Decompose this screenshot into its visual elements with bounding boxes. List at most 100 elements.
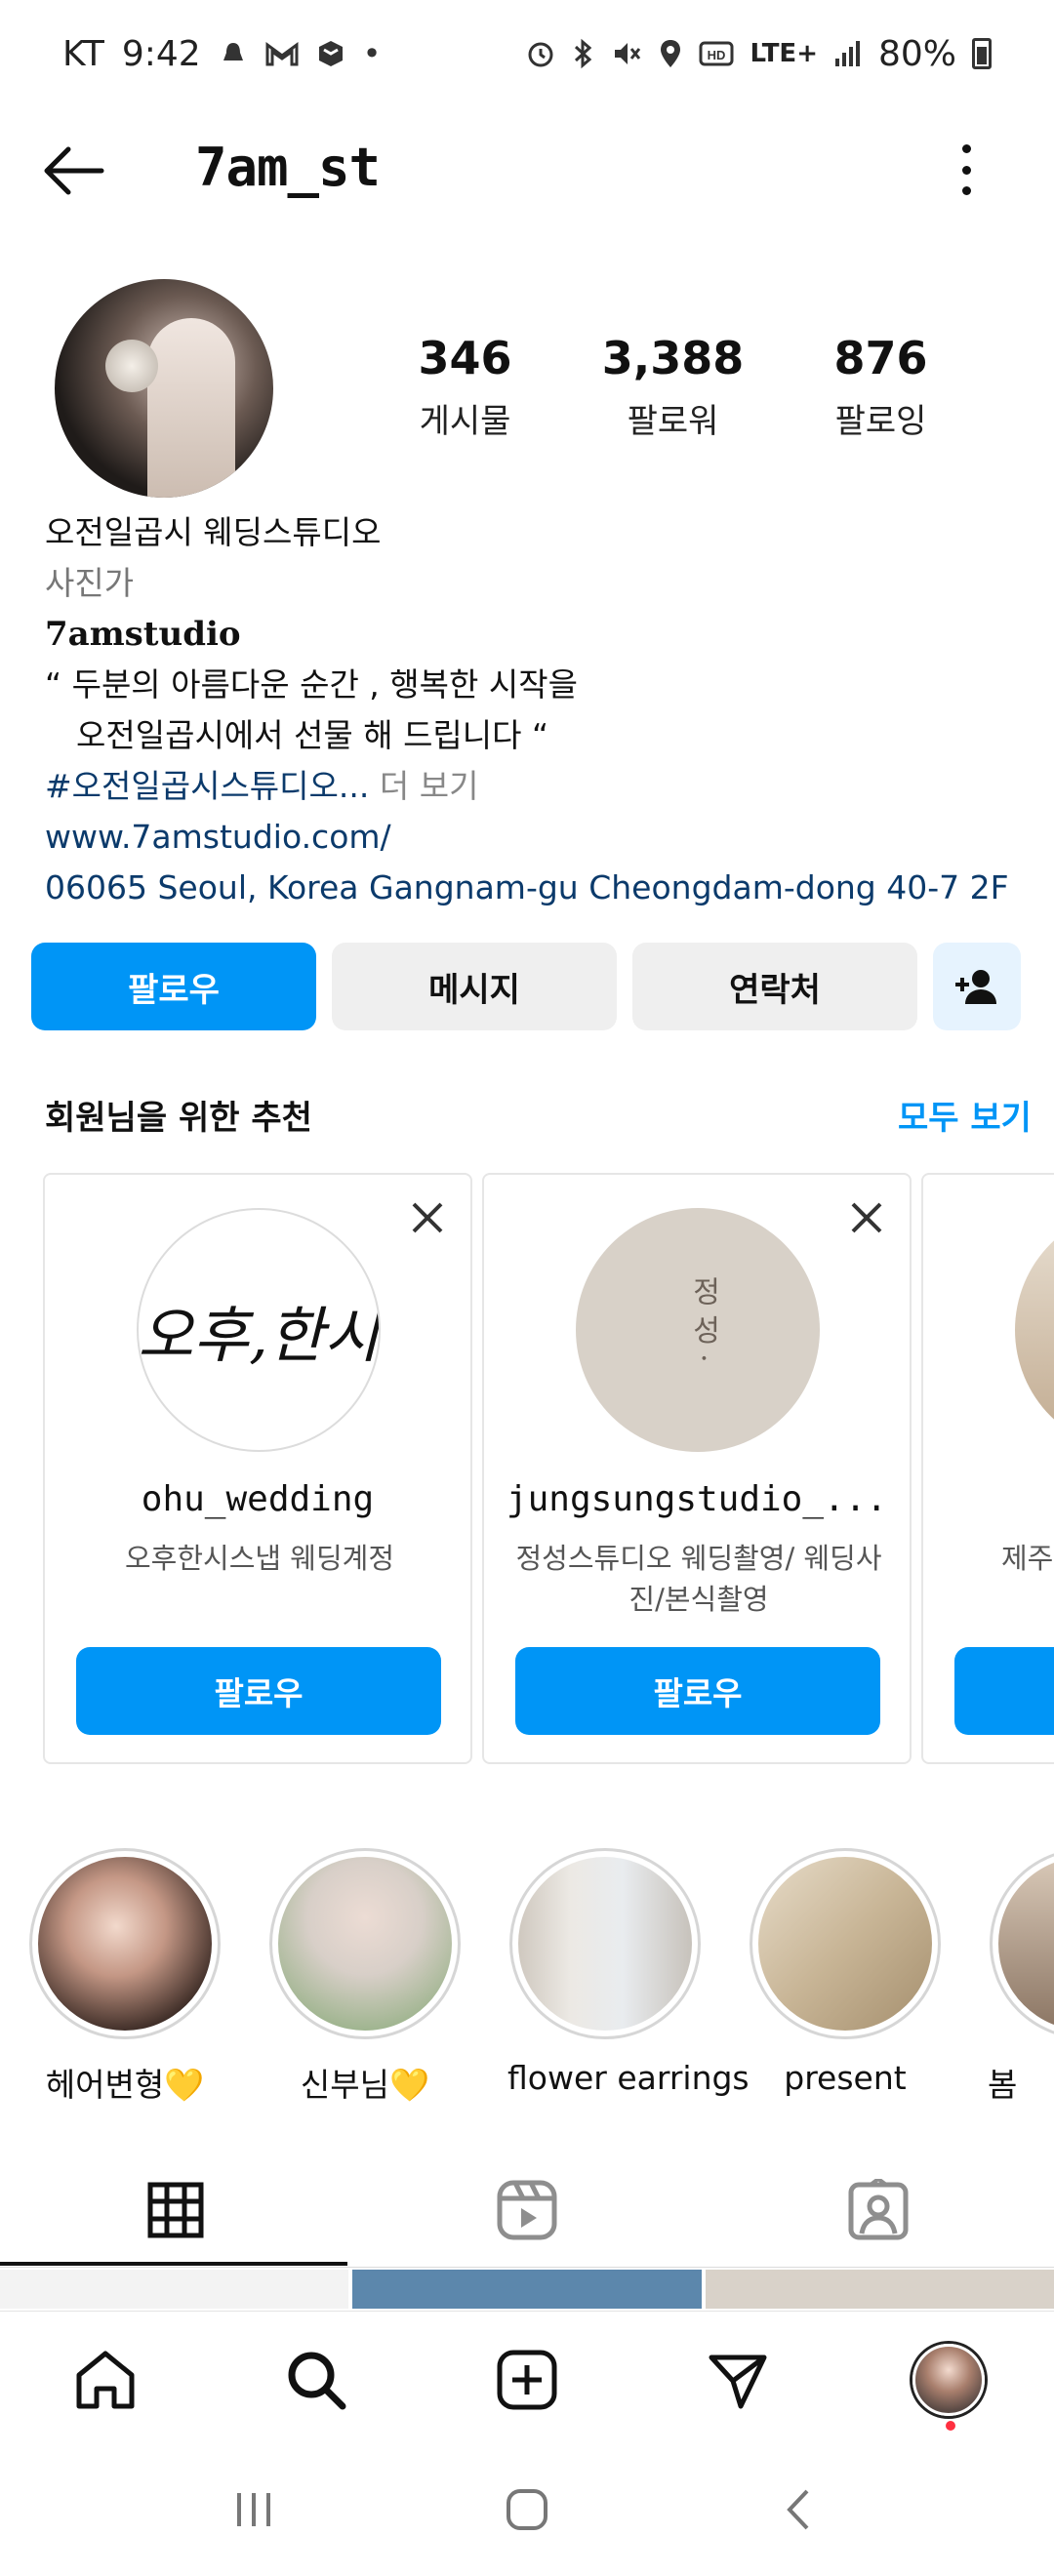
stat-followers-value: 3,388 [601,332,745,384]
profile-username: 7am_st [195,137,381,198]
add-user-icon [955,970,996,1004]
bio-hashtag[interactable]: #오전일곱시스튜디오... [45,767,369,805]
stat-posts[interactable]: 346 게시물 [361,332,569,442]
bio-line-1: “ 두분의 아름다운 순간 , 행복한 시작을 [45,665,578,704]
highlight-label: present [784,2059,907,2097]
highlight-item[interactable]: present [748,1848,943,2097]
highlight-ring [750,1848,941,2039]
profile-avatar[interactable] [55,279,273,498]
contact-button[interactable]: 연락처 [632,943,917,1030]
highlight-ring [29,1848,221,2039]
suggestion-follow-button[interactable]: 팔로우 [515,1647,880,1735]
recents-icon [237,2493,270,2526]
suggestion-handle[interactable]: jungsungstudio_... [484,1479,910,1519]
carrier-label: KT [62,33,104,74]
status-right: HD LTE+ 80% [525,34,992,74]
notification-icon [219,39,248,68]
bio-display-name: 오전일곱시 웨딩스튜디오 [45,513,382,551]
alarm-icon [525,38,556,69]
chevron-left-icon [787,2489,809,2530]
bio-more-link[interactable]: 더 보기 [380,767,479,805]
suggestion-follow-button[interactable] [954,1647,1054,1735]
tab-reels[interactable] [351,2153,703,2268]
profile-stats: 346 게시물 3,388 팔로워 876 팔로잉 [361,332,986,442]
highlight-item[interactable]: 헤어변형💛 [27,1848,223,2106]
back-button[interactable] [39,141,117,200]
suggestions-carousel[interactable]: 오후,한시 ohu_wedding 오후한시스냅 웨딩계정 팔로우 정 성 · … [43,1173,1054,1766]
dismiss-suggestion-button[interactable] [845,1196,888,1239]
battery-percent: 80% [877,33,956,74]
highlight-image [998,1857,1054,2031]
tagged-user-icon [848,2179,909,2240]
nav-profile[interactable] [843,2312,1054,2448]
suggestion-avatar[interactable] [1015,1208,1054,1452]
suggestion-card: 오후,한시 ohu_wedding 오후한시스냅 웨딩계정 팔로우 [43,1173,472,1764]
ohu-logo-image: 오후,한시 [139,1300,379,1371]
story-highlights[interactable]: 헤어변형💛 신부님💛 flower earrings present 봄 [0,1848,1054,2112]
jungsung-logo-text: 정 성 · [686,1276,720,1363]
suggested-users-button[interactable] [933,943,1021,1030]
nav-search[interactable] [211,2312,422,2448]
search-icon [288,2352,346,2409]
suggestion-follow-button[interactable]: 팔로우 [76,1647,441,1735]
signal-icon [833,39,863,68]
stat-followers[interactable]: 3,388 팔로워 [569,332,777,442]
more-options-button[interactable] [947,139,986,201]
bio-category: 사진가 [45,564,135,602]
close-icon [851,1202,882,1233]
more-dot-icon [961,144,971,153]
ohu-logo-text: 오후,한시 [139,1300,379,1371]
highlight-ring [990,1848,1054,2039]
follow-button[interactable]: 팔로우 [31,943,316,1030]
post-thumbnail[interactable] [0,2270,349,2309]
more-dot-icon [961,165,971,175]
network-type: LTE+ [750,39,818,68]
highlight-label: 헤어변형💛 [45,2066,205,2104]
nav-create[interactable] [422,2312,632,2448]
bio-website-link[interactable]: www.7amstudio.com/ [45,812,1021,863]
suggestion-subtitle: 오후한시스냅 웨딩계정 [124,1542,395,1575]
highlight-item[interactable]: 신부님💛 [267,1848,463,2106]
stat-posts-value: 346 [418,332,512,384]
posts-grid-preview [0,2270,1054,2309]
tab-grid[interactable] [0,2153,351,2268]
bio-brand: 7amstudio [45,615,241,654]
suggestions-title: 회원님을 위한 추천 [45,1099,312,1138]
suggestion-subtitle: 정성스튜디오 웨딩촬영/ 웨딩사진/본식촬영 [515,1542,882,1616]
package-icon [316,39,345,68]
system-back-button[interactable] [776,2485,825,2538]
avatar-flower [105,340,158,392]
highlight-image [758,1857,932,2031]
bio-address[interactable]: 06065 Seoul, Korea Gangnam-gu Cheongdam-… [45,863,1021,913]
highlight-image [278,1857,452,2031]
dismiss-suggestion-button[interactable] [406,1196,449,1239]
highlight-ring [269,1848,461,2039]
highlight-item[interactable]: flower earrings [507,1848,750,2097]
suggestion-card: 정 성 · jungsungstudio_... 정성스튜디오 웨딩촬영/ 웨딩… [482,1173,912,1764]
tab-tagged[interactable] [703,2153,1054,2268]
send-icon [709,2355,767,2408]
see-all-link[interactable]: 모두 보기 [898,1091,1032,1139]
suggestion-handle[interactable]: ohu_wedding [45,1479,470,1519]
highlight-label: flower earrings [507,2059,750,2097]
nav-home[interactable] [0,2312,211,2448]
suggestion-avatar[interactable]: 정 성 · [576,1208,820,1452]
suggestion-avatar[interactable]: 오후,한시 [137,1208,381,1452]
stat-following[interactable]: 876 팔로잉 [777,332,985,442]
profile-bio: 오전일곱시 웨딩스튜디오 사진가 7amstudio “ 두분의 아름다운 순간… [45,507,1021,913]
home-icon [76,2351,135,2408]
stat-posts-label: 게시물 [419,402,511,441]
post-thumbnail[interactable] [352,2270,702,2309]
grid-icon [147,2182,204,2238]
nav-direct[interactable] [632,2312,843,2448]
post-thumbnail[interactable] [705,2270,1054,2309]
recent-apps-button[interactable] [229,2485,278,2538]
message-button[interactable]: 메시지 [332,943,617,1030]
highlight-item[interactable]: 봄 [988,1848,1054,2106]
bottom-navigation [0,2311,1054,2447]
bluetooth-icon [572,38,595,69]
profile-avatar-small [912,2343,985,2416]
home-button[interactable] [503,2485,551,2538]
location-icon [658,38,683,69]
stat-following-value: 876 [833,332,928,384]
